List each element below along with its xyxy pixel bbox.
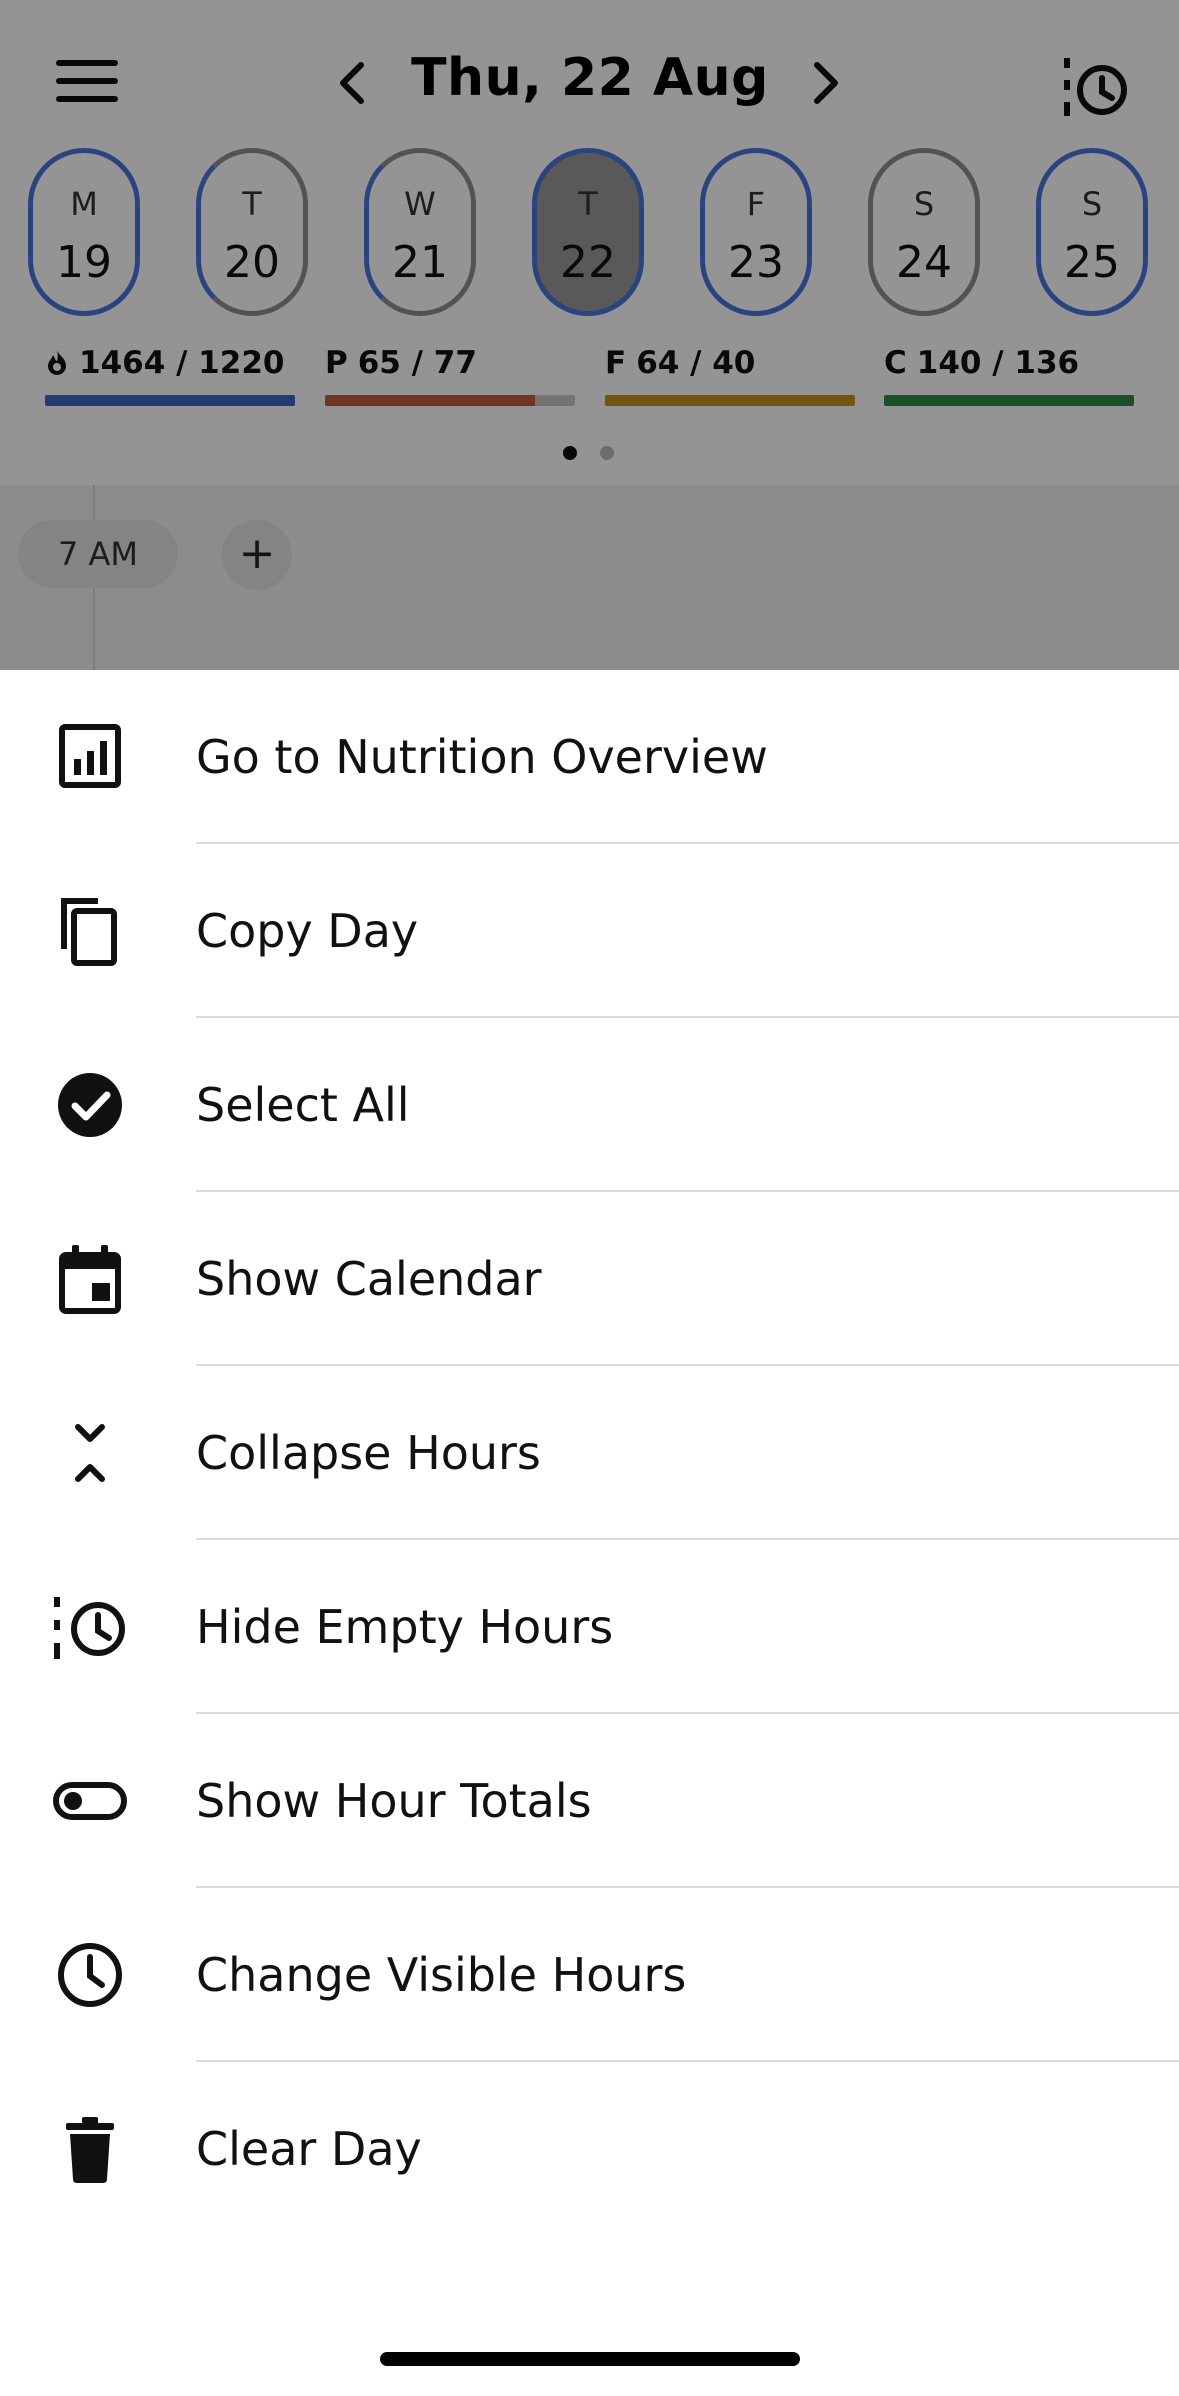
chart-icon [50,717,130,797]
menu-item-show-calendar[interactable]: Show Calendar [0,1192,1179,1366]
menu-item-label: Copy Day [196,904,419,958]
check-circle-icon [50,1065,130,1145]
day-view-background: Thu, 22 Aug M 19 T 20 W 21 T 22 F 23 S 2… [0,0,1179,670]
menu-item-label: Hide Empty Hours [196,1600,614,1654]
collapse-icon [50,1413,130,1493]
menu-item-label: Go to Nutrition Overview [196,730,768,784]
menu-item-label: Select All [196,1078,410,1132]
clock-icon [50,1935,130,2015]
menu-item-clear-day[interactable]: Clear Day [0,2062,1179,2236]
menu-item-show-hour-totals[interactable]: Show Hour Totals [0,1714,1179,1888]
menu-item-hide-empty-hours[interactable]: Hide Empty Hours [0,1540,1179,1714]
menu-item-nutrition-overview[interactable]: Go to Nutrition Overview [0,670,1179,844]
menu-item-copy-day[interactable]: Copy Day [0,844,1179,1018]
history-icon [50,1587,130,1667]
trash-icon [50,2109,130,2189]
menu-item-change-visible-hours[interactable]: Change Visible Hours [0,1888,1179,2062]
copy-icon [50,891,130,971]
menu-item-collapse-hours[interactable]: Collapse Hours [0,1366,1179,1540]
menu-item-label: Show Hour Totals [196,1774,592,1828]
toggle-off-icon [50,1761,130,1841]
home-indicator[interactable] [380,2352,800,2366]
menu-item-label: Clear Day [196,2122,422,2176]
modal-overlay[interactable] [0,0,1179,670]
menu-item-label: Show Calendar [196,1252,542,1306]
action-sheet: Go to Nutrition Overview Copy Day Select… [0,670,1179,2396]
menu-item-select-all[interactable]: Select All [0,1018,1179,1192]
menu-item-label: Collapse Hours [196,1426,541,1480]
calendar-icon [50,1239,130,1319]
menu-item-label: Change Visible Hours [196,1948,687,2002]
